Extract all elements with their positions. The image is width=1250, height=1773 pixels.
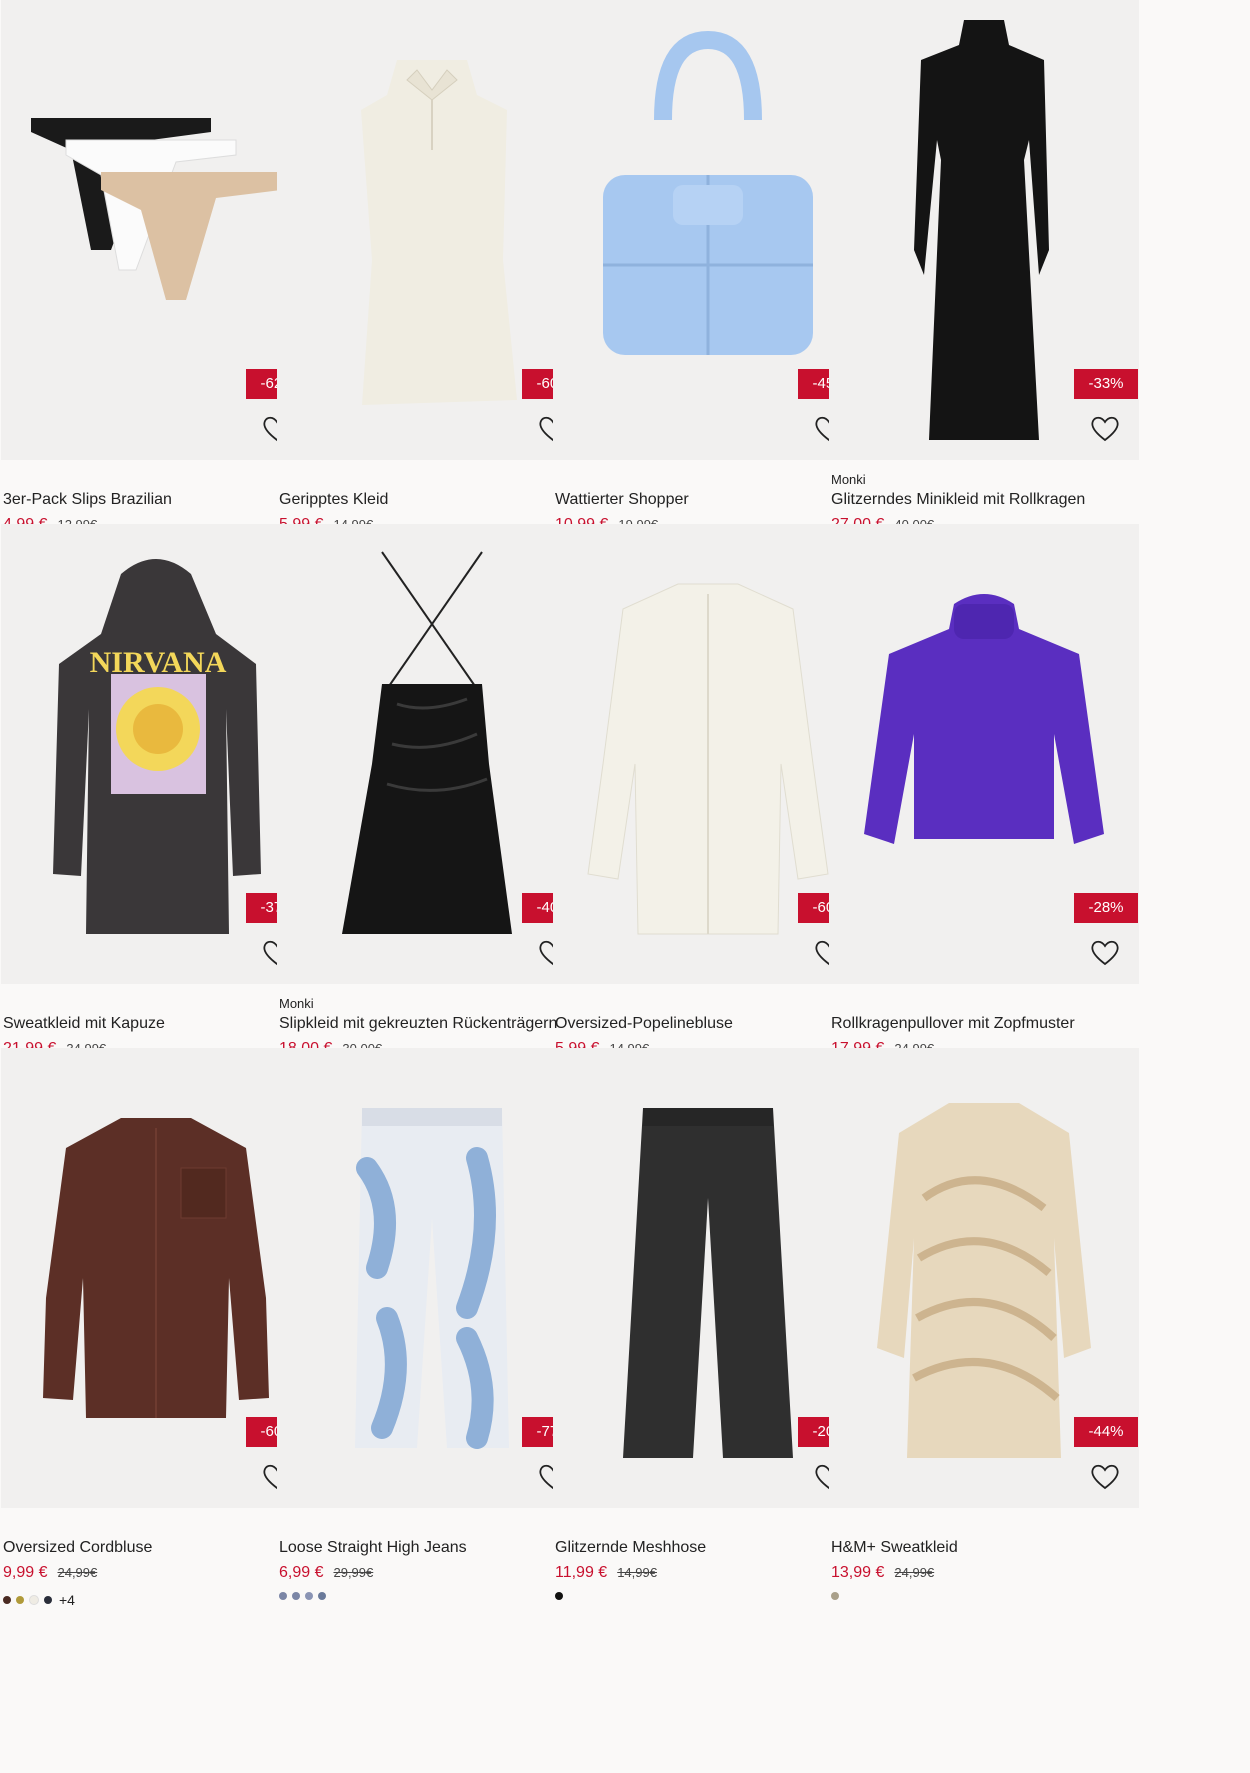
product-card[interactable]: -44% H&M+ Sweatkleid 13,99 € 24,99€: [829, 1048, 1139, 1608]
color-swatch[interactable]: [29, 1595, 39, 1605]
discount-badge: -33%: [1074, 369, 1138, 399]
color-swatch[interactable]: [305, 1592, 313, 1600]
hoodie-print-text: NIRVANA: [90, 646, 227, 679]
product-title[interactable]: Wattierter Shopper: [555, 491, 689, 509]
product-title[interactable]: Geripptes Kleid: [279, 491, 388, 509]
product-title[interactable]: Glitzerndes Minikleid mit Rollkragen: [831, 491, 1085, 509]
original-price: 29,99€: [333, 1565, 374, 1580]
color-swatches: +4: [3, 1592, 75, 1608]
product-title[interactable]: Sweatkleid mit Kapuze: [3, 1015, 165, 1033]
color-swatch[interactable]: [318, 1592, 326, 1600]
product-brand: Monki: [279, 996, 314, 1011]
product-title[interactable]: 3er-Pack Slips Brazilian: [3, 491, 172, 509]
product-card[interactable]: -60% Oversized-Popelinebluse 5,99 €14,99…: [553, 524, 863, 1084]
original-price: 24,99€: [57, 1565, 98, 1580]
color-swatches: [831, 1592, 839, 1600]
heart-icon[interactable]: [1089, 1461, 1121, 1491]
color-swatch[interactable]: [44, 1596, 52, 1604]
product-title[interactable]: Loose Straight High Jeans: [279, 1539, 467, 1557]
product-card[interactable]: NIRVANA -37% Sweatkleid mit Kapuze 21,99…: [1, 524, 311, 1084]
sale-price: 11,99 €: [555, 1564, 608, 1581]
product-title[interactable]: Oversized-Popelinebluse: [555, 1015, 733, 1033]
discount-badge: -28%: [1074, 893, 1138, 923]
product-title[interactable]: Slipkleid mit gekreuzten Rückenträgern: [279, 1015, 557, 1033]
product-card[interactable]: -60% Oversized Cordbluse 9,99 €24,99€ +4: [1, 1048, 311, 1608]
color-swatches: [555, 1592, 563, 1600]
sale-price: 6,99 €: [279, 1564, 324, 1581]
product-title[interactable]: Oversized Cordbluse: [3, 1539, 152, 1557]
product-card[interactable]: -33% Monki Glitzerndes Minikleid mit Rol…: [829, 0, 1139, 560]
product-brand: Monki: [831, 472, 866, 487]
product-card[interactable]: -45% Wattierter Shopper 10,99 €19,99€: [553, 0, 863, 560]
sale-price: 9,99 €: [3, 1564, 48, 1581]
original-price: 24,99€: [894, 1565, 935, 1580]
color-swatch[interactable]: [831, 1592, 839, 1600]
discount-badge: -44%: [1074, 1417, 1138, 1447]
product-card[interactable]: -40% Monki Slipkleid mit gekreuzten Rück…: [277, 524, 587, 1084]
price-row: 9,99 € 24,99€: [3, 1564, 97, 1582]
original-price: 14,99€: [617, 1565, 657, 1580]
heart-icon[interactable]: [1089, 937, 1121, 967]
color-swatch[interactable]: [292, 1592, 300, 1600]
product-card[interactable]: -28% Rollkragenpullover mit Zopfmuster 1…: [829, 524, 1139, 1084]
product-card[interactable]: -62% 3er-Pack Slips Brazilian 4,99 €12,9…: [1, 0, 311, 560]
color-swatch[interactable]: [279, 1592, 287, 1600]
product-title[interactable]: Rollkragenpullover mit Zopfmuster: [831, 1015, 1075, 1033]
price-row: 11,99 € 14,99€: [555, 1564, 657, 1582]
color-swatch[interactable]: [16, 1596, 24, 1604]
product-card[interactable]: -60% Geripptes Kleid 5,99 €14,99€: [277, 0, 587, 560]
product-title[interactable]: Glitzernde Meshhose: [555, 1539, 706, 1557]
color-swatches: [279, 1592, 326, 1600]
product-title[interactable]: H&M+ Sweatkleid: [831, 1539, 958, 1557]
product-card[interactable]: -20% Glitzernde Meshhose 11,99 €14,99€: [553, 1048, 863, 1608]
price-row: 6,99 € 29,99€: [279, 1564, 373, 1582]
price-row: 13,99 € 24,99€: [831, 1564, 934, 1582]
color-swatch[interactable]: [555, 1592, 563, 1600]
more-colors-count[interactable]: +4: [59, 1592, 75, 1608]
heart-icon[interactable]: [1089, 413, 1121, 443]
sale-price: 13,99 €: [831, 1564, 885, 1581]
product-card[interactable]: -77% Loose Straight High Jeans 6,99 €29,…: [277, 1048, 587, 1608]
color-swatch[interactable]: [3, 1596, 11, 1604]
